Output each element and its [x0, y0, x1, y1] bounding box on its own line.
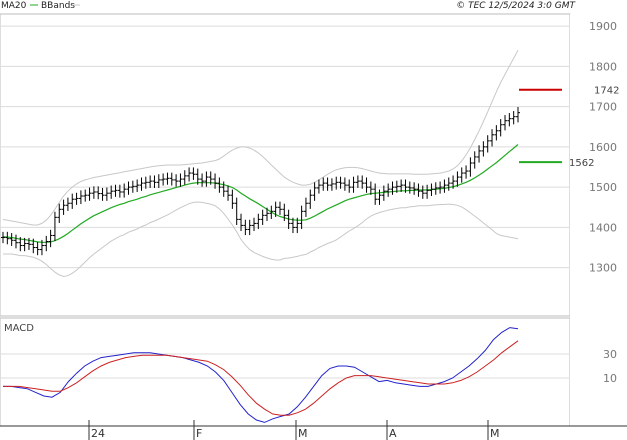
- time-tick-label: 24: [91, 427, 105, 440]
- source-timestamp: © TEC 12/5/2024 3:0 GMT: [456, 1, 576, 11]
- macd-tick-label: 10: [603, 372, 617, 385]
- level-marker-label: 1562: [569, 158, 594, 169]
- macd-tick-label: 30: [603, 348, 617, 361]
- time-tick-label: M: [298, 427, 308, 440]
- level-marker-label: 1742: [594, 86, 619, 97]
- legend-ma20: MA20: [1, 1, 27, 11]
- price-tick-label: 1900: [589, 20, 617, 33]
- price-tick-label: 1600: [589, 141, 617, 154]
- stock-chart: 1742 1562 1300 1400 1500 1600 1700 1800 1900 10 3…: [0, 1, 627, 440]
- price-tick-label: 1500: [589, 181, 617, 194]
- price-axis-area: [570, 14, 627, 426]
- price-panel: [0, 13, 571, 317]
- time-tick-label: A: [389, 427, 397, 440]
- price-tick-label: 1800: [589, 60, 617, 73]
- price-tick-label: 1400: [589, 221, 617, 234]
- price-tick-label: 1300: [589, 262, 617, 275]
- time-tick-label: M: [490, 427, 500, 440]
- macd-panel: [0, 317, 571, 427]
- price-tick-label: 1700: [589, 101, 617, 114]
- legend-bbands: BBands: [41, 1, 75, 11]
- macd-title: MACD: [4, 323, 34, 334]
- time-tick-label: F: [196, 427, 202, 440]
